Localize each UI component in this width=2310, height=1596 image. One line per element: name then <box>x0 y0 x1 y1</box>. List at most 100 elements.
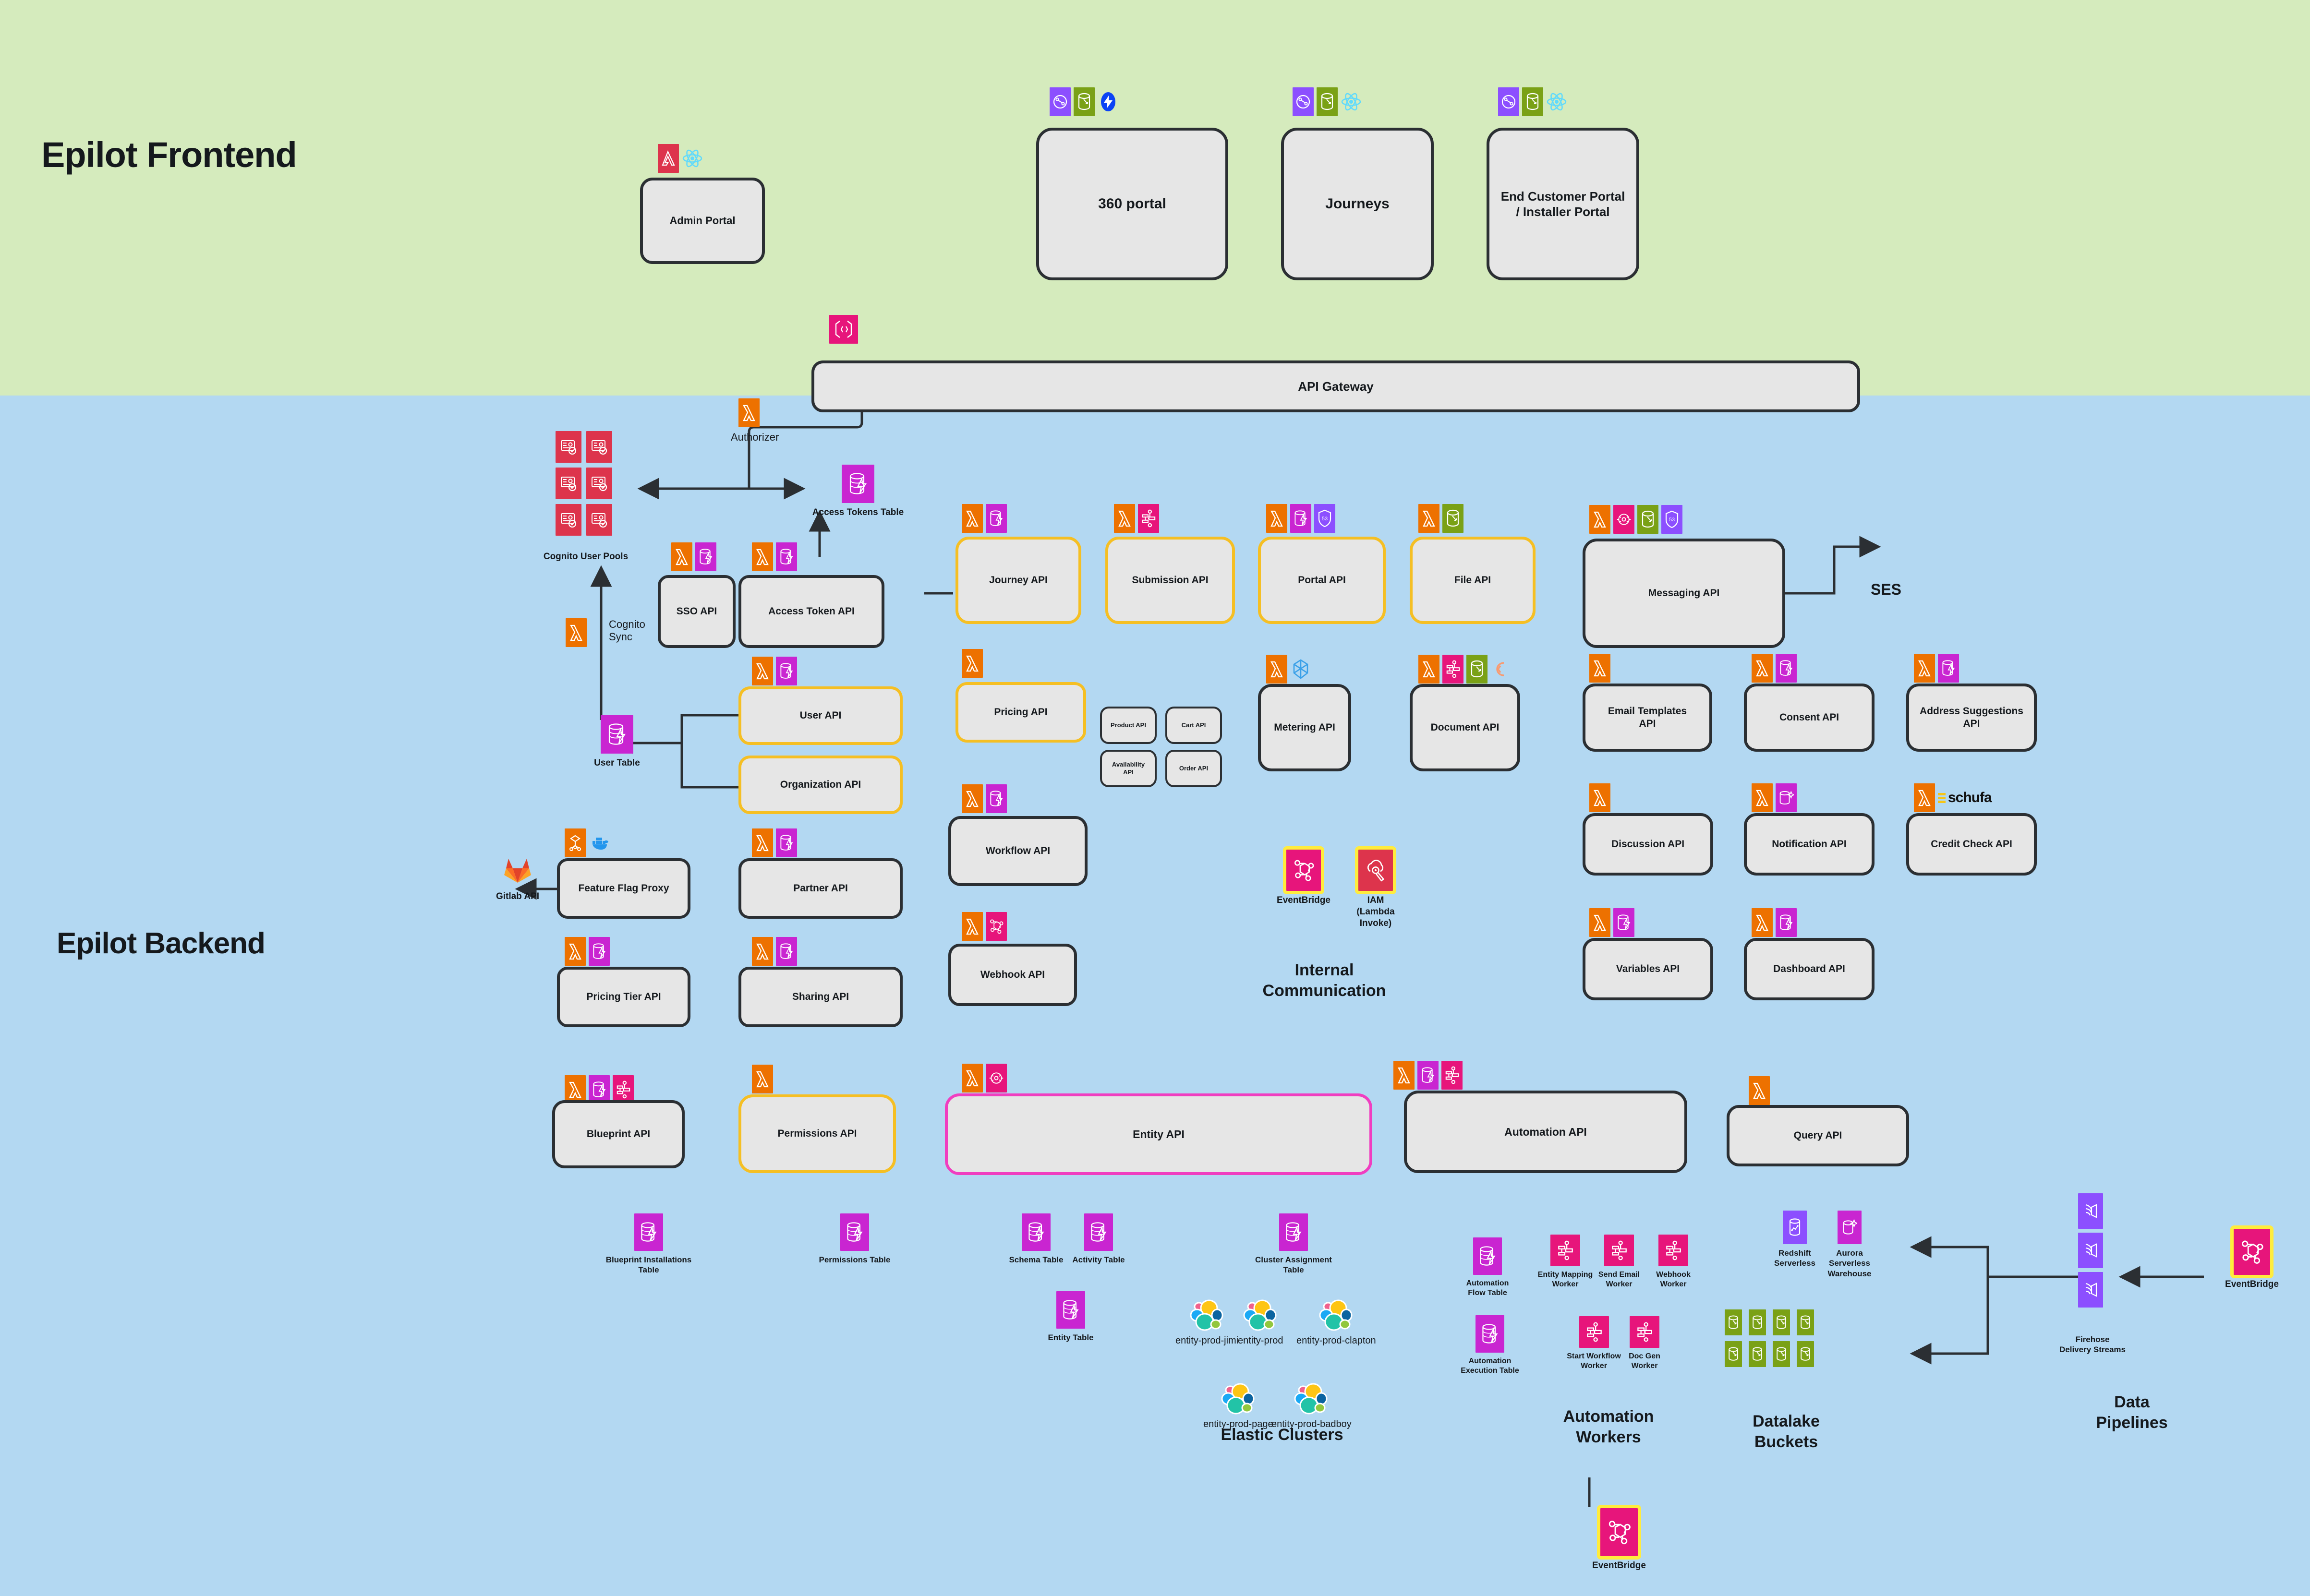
lambda-icon <box>1752 654 1773 683</box>
api-gateway-icon <box>829 315 858 344</box>
dynamodb-icon <box>776 828 797 857</box>
api-node-document-api[interactable]: Document API <box>1410 684 1520 771</box>
entity-api-icons <box>962 1064 1007 1092</box>
react-icon <box>1546 87 1567 116</box>
node-label: End Customer Portal / Installer Portal <box>1500 189 1625 219</box>
s3-icon <box>1522 87 1543 116</box>
elastic-cluster-item: entity-prod-badboy <box>1271 1382 1352 1430</box>
feature-flag-proxy-icons <box>565 828 610 857</box>
lambda-icon <box>752 1065 773 1093</box>
api-node-messaging-api[interactable]: Messaging API <box>1583 539 1785 648</box>
internal-comm-eventbridge: EventBridge <box>1258 846 1349 906</box>
api-node-order-api[interactable]: Order API <box>1165 750 1222 787</box>
api-node-email-templates-api[interactable]: Email Templates API <box>1583 684 1712 752</box>
api-node-discussion-api[interactable]: Discussion API <box>1583 813 1713 876</box>
node-label: Automation API <box>1504 1125 1587 1138</box>
frontend-node-admin-portal[interactable]: Admin Portal <box>640 178 765 264</box>
api-node-pricing-api[interactable]: Pricing API <box>955 682 1086 743</box>
node-label: Variables API <box>1616 963 1680 974</box>
lambda-icon <box>752 937 773 966</box>
dynamodb-icon <box>1473 1237 1502 1275</box>
node-label: Availability API <box>1112 760 1145 776</box>
api-node-sso-api[interactable]: SSO API <box>658 575 736 648</box>
api-node-workflow-api[interactable]: Workflow API <box>948 816 1088 886</box>
api-node-organization-api[interactable]: Organization API <box>738 756 903 814</box>
s3-icon <box>1442 504 1463 533</box>
dynamodb-icon <box>695 542 716 571</box>
api-node-availability-api[interactable]: Availability API <box>1100 750 1157 787</box>
node-label: Messaging API <box>1648 587 1720 599</box>
frontend-node-journeys[interactable]: Journeys <box>1281 128 1434 280</box>
node-label: Journeys <box>1325 196 1390 212</box>
api-node-partner-api[interactable]: Partner API <box>738 858 903 919</box>
email-templates-api-icons <box>1589 654 1610 683</box>
api-node-user-api[interactable]: User API <box>738 686 903 745</box>
lambda-icon <box>962 649 983 678</box>
s3-bucket-icon <box>1725 1309 1742 1335</box>
dynamodb-icon <box>1776 654 1797 683</box>
api-gateway-node[interactable]: API Gateway <box>811 360 1860 412</box>
internal-comm-iam: IAM (Lambda Invoke) <box>1344 846 1407 929</box>
node-label: Order API <box>1179 764 1209 772</box>
activity-table: Activity Table <box>1065 1213 1132 1265</box>
api-node-portal-api[interactable]: Portal API <box>1258 537 1386 624</box>
caption: Activity Table <box>1072 1255 1125 1264</box>
automation-api-icons <box>1393 1061 1463 1090</box>
api-node-feature-flag-proxy[interactable]: Feature Flag Proxy <box>557 858 690 919</box>
api-node-automation-api[interactable]: Automation API <box>1404 1091 1687 1173</box>
dynamodb-icon <box>986 504 1007 533</box>
api-node-blueprint-api[interactable]: Blueprint API <box>552 1100 685 1168</box>
node-label: Portal API <box>1298 574 1346 586</box>
frontend-node-360-portal[interactable]: 360 portal <box>1036 128 1228 280</box>
api-node-query-api[interactable]: Query API <box>1727 1105 1909 1166</box>
elastic-cluster-item: entity-prod-clapton <box>1296 1299 1376 1346</box>
api-node-file-api[interactable]: File API <box>1410 537 1536 624</box>
node-label: Document API <box>1430 721 1500 733</box>
node-label: Access Token API <box>768 605 855 617</box>
node-label: User API <box>799 709 842 721</box>
ses-label: SES <box>1870 581 1902 598</box>
api-node-notification-api[interactable]: Notification API <box>1744 813 1875 876</box>
api-node-webhook-api[interactable]: Webhook API <box>948 944 1077 1006</box>
firehose-icon <box>2078 1193 2103 1229</box>
api-node-entity-api[interactable]: Entity API <box>945 1093 1372 1175</box>
api-node-dashboard-api[interactable]: Dashboard API <box>1744 938 1875 1000</box>
api-node-pricing-tier-api[interactable]: Pricing Tier API <box>557 967 690 1027</box>
node-label: Permissions API <box>777 1128 857 1139</box>
caption: Automation Execution Table <box>1461 1357 1519 1375</box>
api-node-submission-api[interactable]: Submission API <box>1105 537 1235 624</box>
api-node-metering-api[interactable]: Metering API <box>1258 684 1351 771</box>
api-node-credit-check-api[interactable]: Credit Check API <box>1906 813 2037 876</box>
step-functions-icon <box>1442 655 1463 684</box>
lambda-icon <box>1589 783 1610 812</box>
amplify-icon <box>658 144 679 173</box>
caption: Schema Table <box>1009 1255 1064 1264</box>
api-node-variables-api[interactable]: Variables API <box>1583 938 1713 1000</box>
eventbridge-icon <box>2230 1225 2274 1278</box>
api-node-access-token-api[interactable]: Access Token API <box>738 575 884 648</box>
elasticsearch-icon <box>1190 1299 1223 1331</box>
caption: Doc Gen Worker <box>1629 1352 1660 1370</box>
api-node-consent-api[interactable]: Consent API <box>1744 684 1875 752</box>
api-node-permissions-api[interactable]: Permissions API <box>738 1094 896 1173</box>
schufa-icon: schufa <box>1938 783 1992 812</box>
node-label: Entity API <box>1133 1128 1185 1140</box>
frontend-node-end-customer-portal[interactable]: End Customer Portal / Installer Portal <box>1487 128 1639 280</box>
lambda-icon <box>565 1075 586 1104</box>
s3-icon <box>1074 87 1095 116</box>
docker-icon <box>589 828 610 857</box>
caption: entity-prod-clapton <box>1296 1335 1376 1346</box>
lambda-icon <box>1418 504 1439 533</box>
api-node-product-api[interactable]: Product API <box>1100 707 1157 744</box>
messaging-api-icons: 53 <box>1589 505 1682 534</box>
cognito-icon <box>586 431 612 463</box>
api-node-sharing-api[interactable]: Sharing API <box>738 967 903 1027</box>
caption: entity-prod-jimi <box>1175 1335 1239 1346</box>
automation-workers-group-label: Automation Workers <box>1563 1407 1654 1446</box>
lambda-icon <box>962 504 983 533</box>
api-node-address-suggestions-api[interactable]: Address Suggestions API <box>1906 684 2037 752</box>
cloudfront-icon <box>1498 87 1519 116</box>
s3-bucket-icon <box>1773 1341 1790 1367</box>
api-node-cart-api[interactable]: Cart API <box>1165 707 1222 744</box>
api-node-journey-api[interactable]: Journey API <box>955 537 1081 624</box>
